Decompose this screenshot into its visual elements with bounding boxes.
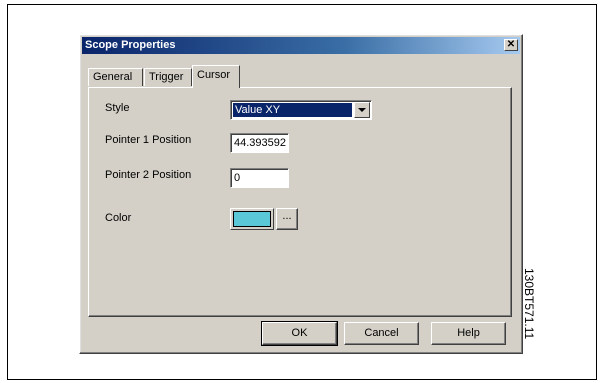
close-button[interactable]: ✕ [504, 39, 518, 51]
pointer2-input[interactable]: 0 [230, 168, 289, 188]
tab-cursor[interactable]: Cursor [192, 65, 240, 88]
tab-general-label: General [93, 71, 133, 83]
chevron-down-icon[interactable] [354, 102, 370, 118]
style-select[interactable]: Value XY [230, 100, 372, 120]
cursor-tab-panel: Style Value XY Pointer 1 Position 44.393… [88, 87, 512, 317]
color-label: Color [105, 212, 132, 224]
cancel-button[interactable]: Cancel [344, 322, 419, 345]
color-picker-button[interactable]: ... [276, 208, 298, 230]
scope-properties-dialog: Scope Properties ✕ General Trigger Curso… [79, 34, 523, 354]
close-icon: ✕ [506, 39, 516, 50]
tab-trigger[interactable]: Trigger [144, 68, 192, 86]
color-swatch-fill [233, 211, 271, 227]
title-bar[interactable]: Scope Properties ✕ [82, 37, 520, 54]
dialog-title: Scope Properties [85, 39, 176, 51]
help-button[interactable]: Help [431, 322, 506, 345]
tab-cursor-label: Cursor [197, 69, 231, 81]
pointer2-label: Pointer 2 Position [105, 169, 192, 181]
tab-trigger-label: Trigger [149, 71, 184, 83]
pointer1-label: Pointer 1 Position [105, 134, 192, 146]
figure-code: 130BT571.11 [522, 268, 536, 340]
style-label: Style [105, 102, 130, 114]
pointer1-input[interactable]: 44.393592 [230, 133, 289, 153]
tab-general[interactable]: General [88, 68, 143, 86]
color-swatch[interactable] [230, 208, 274, 230]
style-select-value: Value XY [233, 103, 352, 117]
ok-button[interactable]: OK [261, 321, 338, 346]
